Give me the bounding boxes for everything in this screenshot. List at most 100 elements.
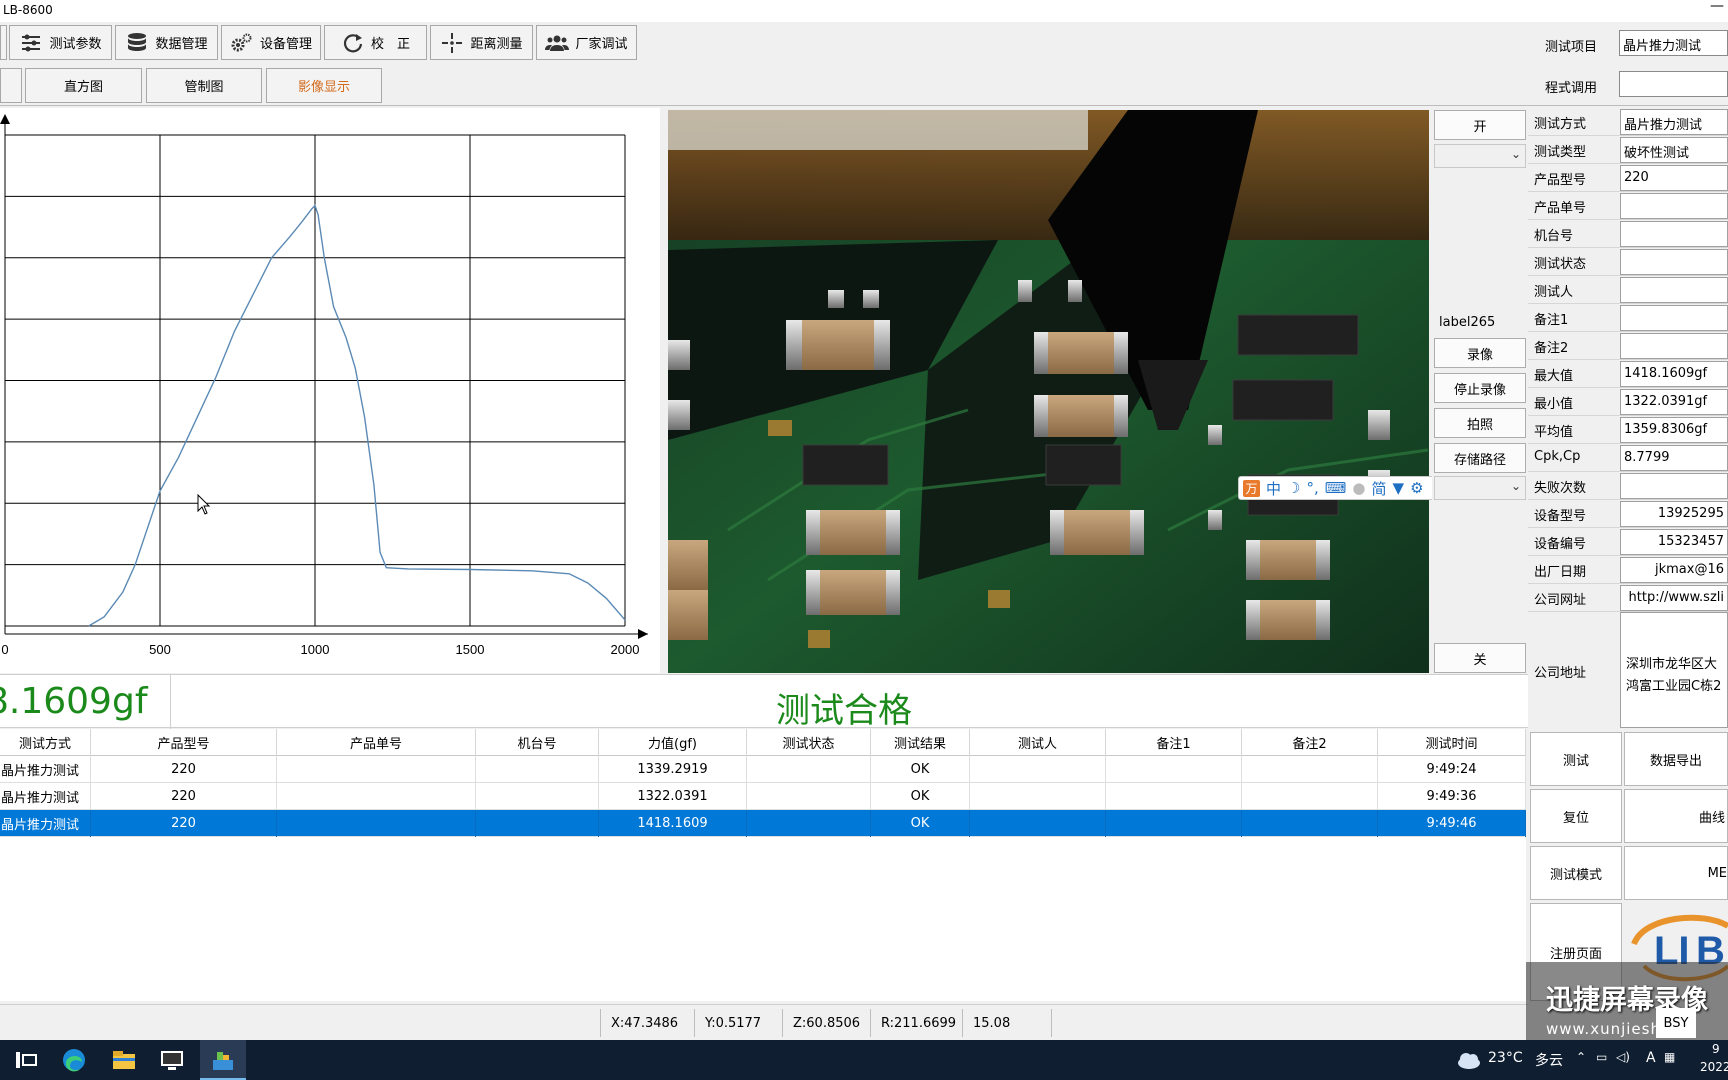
ime-toolbar[interactable]: 万 中 ☽ °, ⌨ ● 简 ▼ ⚙ (1238, 476, 1442, 500)
table-cell: 220 (91, 783, 277, 810)
table-cell: 1339.2919 (599, 756, 747, 783)
info-value[interactable]: 晶片推力测试 (1620, 109, 1728, 135)
test-params-label: 测试参数 (49, 37, 102, 52)
toolbar-button-partial[interactable] (0, 25, 7, 60)
table-cell: 9:49:36 (1378, 783, 1526, 810)
table-row-selected[interactable]: 晶片推力测试 220 1418.1609 OK 9:49:46 (0, 810, 1526, 837)
device-management-button[interactable]: 设备管理 (221, 25, 321, 60)
distance-measure-button[interactable]: 距离测量 (430, 25, 533, 60)
cpk-value: 8.7799 (1620, 445, 1728, 471)
column-header[interactable]: 备注2 (1242, 729, 1378, 756)
file-explorer-icon[interactable] (110, 1046, 138, 1074)
moon-icon[interactable]: ☽ (1287, 479, 1300, 497)
input-language[interactable]: A (1646, 1050, 1656, 1066)
info-label: 产品单号 (1534, 201, 1587, 216)
ime-simplified-toggle[interactable]: 简 (1372, 478, 1387, 499)
info-value[interactable] (1620, 193, 1728, 219)
column-header[interactable]: 产品单号 (277, 729, 476, 756)
tab-image-display[interactable]: 影像显示 (266, 68, 382, 103)
tab-partial[interactable] (0, 68, 22, 103)
edge-browser-icon[interactable] (60, 1046, 88, 1074)
save-path-button[interactable]: 存储路径 (1434, 443, 1526, 473)
punctuation-icon[interactable]: °, (1306, 479, 1318, 497)
table-cell (1106, 783, 1242, 810)
user-icon[interactable]: ● (1352, 479, 1365, 497)
column-header[interactable]: 测试状态 (747, 729, 871, 756)
info-label: 机台号 (1534, 229, 1574, 244)
table-row[interactable]: 晶片推力测试 220 1339.2919 OK 9:49:24 (0, 756, 1526, 783)
device-management-label: 设备管理 (259, 37, 312, 52)
info-value[interactable] (1620, 277, 1728, 303)
column-header[interactable]: 测试时间 (1378, 729, 1526, 756)
volume-icon[interactable]: ◁) (1616, 1050, 1630, 1064)
table-cell (1242, 756, 1378, 783)
results-table: 测试方式 产品型号 产品单号 机台号 力值(gf) 测试状态 测试结果 测试人 … (0, 729, 1526, 1001)
close-camera-button[interactable]: 关 (1434, 643, 1526, 673)
company-address-box: 深圳市龙华区大 鸿富工业园C栋2 (1620, 612, 1728, 728)
stop-record-button[interactable]: 停止录像 (1434, 373, 1526, 403)
info-label: 出厂日期 (1534, 565, 1587, 580)
test-params-button[interactable]: 测试参数 (9, 25, 112, 60)
keyboard-icon[interactable]: ⌨ (1325, 479, 1347, 497)
info-value[interactable] (1620, 305, 1728, 331)
info-row: 备注2 (1528, 332, 1728, 360)
active-app-tab[interactable] (200, 1040, 246, 1080)
table-cell (970, 756, 1106, 783)
calibrate-button[interactable]: 校 正 (324, 25, 427, 60)
photo-button[interactable]: 拍照 (1434, 408, 1526, 438)
remote-desktop-icon[interactable] (158, 1046, 186, 1074)
test-item-label: 测试项目 (1545, 40, 1598, 55)
column-header[interactable]: 机台号 (476, 729, 599, 756)
table-row[interactable]: 晶片推力测试 220 1322.0391 OK 9:49:36 (0, 783, 1526, 810)
data-management-button[interactable]: 数据管理 (115, 25, 218, 60)
network-icon[interactable]: ▭ (1596, 1050, 1607, 1064)
task-view-icon[interactable] (12, 1046, 40, 1074)
info-label: 平均值 (1534, 425, 1574, 440)
ime-mode-toggle[interactable]: 中 (1266, 478, 1281, 499)
column-header[interactable]: 产品型号 (91, 729, 277, 756)
min-value: 1322.0391gf (1620, 389, 1728, 415)
program-call-field[interactable] (1619, 71, 1728, 97)
info-value[interactable]: 破坏性测试 (1620, 137, 1728, 163)
record-button[interactable]: 录像 (1434, 338, 1526, 368)
clock-date[interactable]: 2022 (1700, 1060, 1728, 1074)
factory-debug-button[interactable]: 厂家调试 (536, 25, 637, 60)
table-cell: 220 (91, 756, 277, 783)
info-value[interactable]: 220 (1620, 165, 1728, 191)
minimize-button[interactable]: — (1710, 0, 1724, 14)
keyboard-tray-icon[interactable]: ▦ (1664, 1050, 1675, 1064)
info-value[interactable] (1620, 221, 1728, 247)
x-axis-arrow (638, 629, 648, 639)
camera-select[interactable]: ⌄ (1434, 144, 1526, 168)
test-item-select[interactable]: 晶片推力测试 (1619, 30, 1728, 56)
reset-button[interactable]: 复位 (1530, 789, 1622, 843)
x-tick-label: 1500 (456, 642, 485, 657)
settings-icon[interactable]: ⚙ (1410, 479, 1423, 497)
chevron-up-icon[interactable]: ⌃ (1576, 1050, 1586, 1064)
test-mode-value[interactable]: ME (1624, 846, 1728, 900)
table-cell: 1322.0391 (599, 783, 747, 810)
column-header[interactable]: 备注1 (1106, 729, 1242, 756)
column-header[interactable]: 测试方式 (0, 729, 91, 756)
curve-button[interactable]: 曲线 (1624, 789, 1728, 843)
tab-histogram[interactable]: 直方图 (25, 68, 142, 103)
force-curve-chart: 0 500 1000 1500 2000 (0, 108, 660, 673)
resolution-select[interactable]: ⌄ (1434, 476, 1526, 500)
skin-icon[interactable]: ▼ (1393, 479, 1405, 497)
weather-description[interactable]: 多云 (1535, 1050, 1563, 1070)
window-title: LB-8600 (3, 3, 53, 17)
weather-temperature[interactable]: 23°C (1488, 1050, 1523, 1066)
chevron-down-icon: ⌄ (1510, 147, 1521, 161)
clock-time[interactable]: 9 (1712, 1042, 1720, 1056)
data-export-button[interactable]: 数据导出 (1624, 732, 1728, 786)
info-row: 测试状态 (1528, 248, 1728, 276)
tab-control-chart[interactable]: 管制图 (146, 68, 262, 103)
column-header[interactable]: 测试人 (970, 729, 1106, 756)
info-value[interactable] (1620, 249, 1728, 275)
column-header[interactable]: 力值(gf) (599, 729, 747, 756)
column-header[interactable]: 测试结果 (871, 729, 970, 756)
open-camera-button[interactable]: 开 (1434, 110, 1526, 140)
table-header: 测试方式 产品型号 产品单号 机台号 力值(gf) 测试状态 测试结果 测试人 … (0, 729, 1526, 756)
test-button[interactable]: 测试 (1530, 732, 1622, 786)
info-value[interactable] (1620, 333, 1728, 359)
